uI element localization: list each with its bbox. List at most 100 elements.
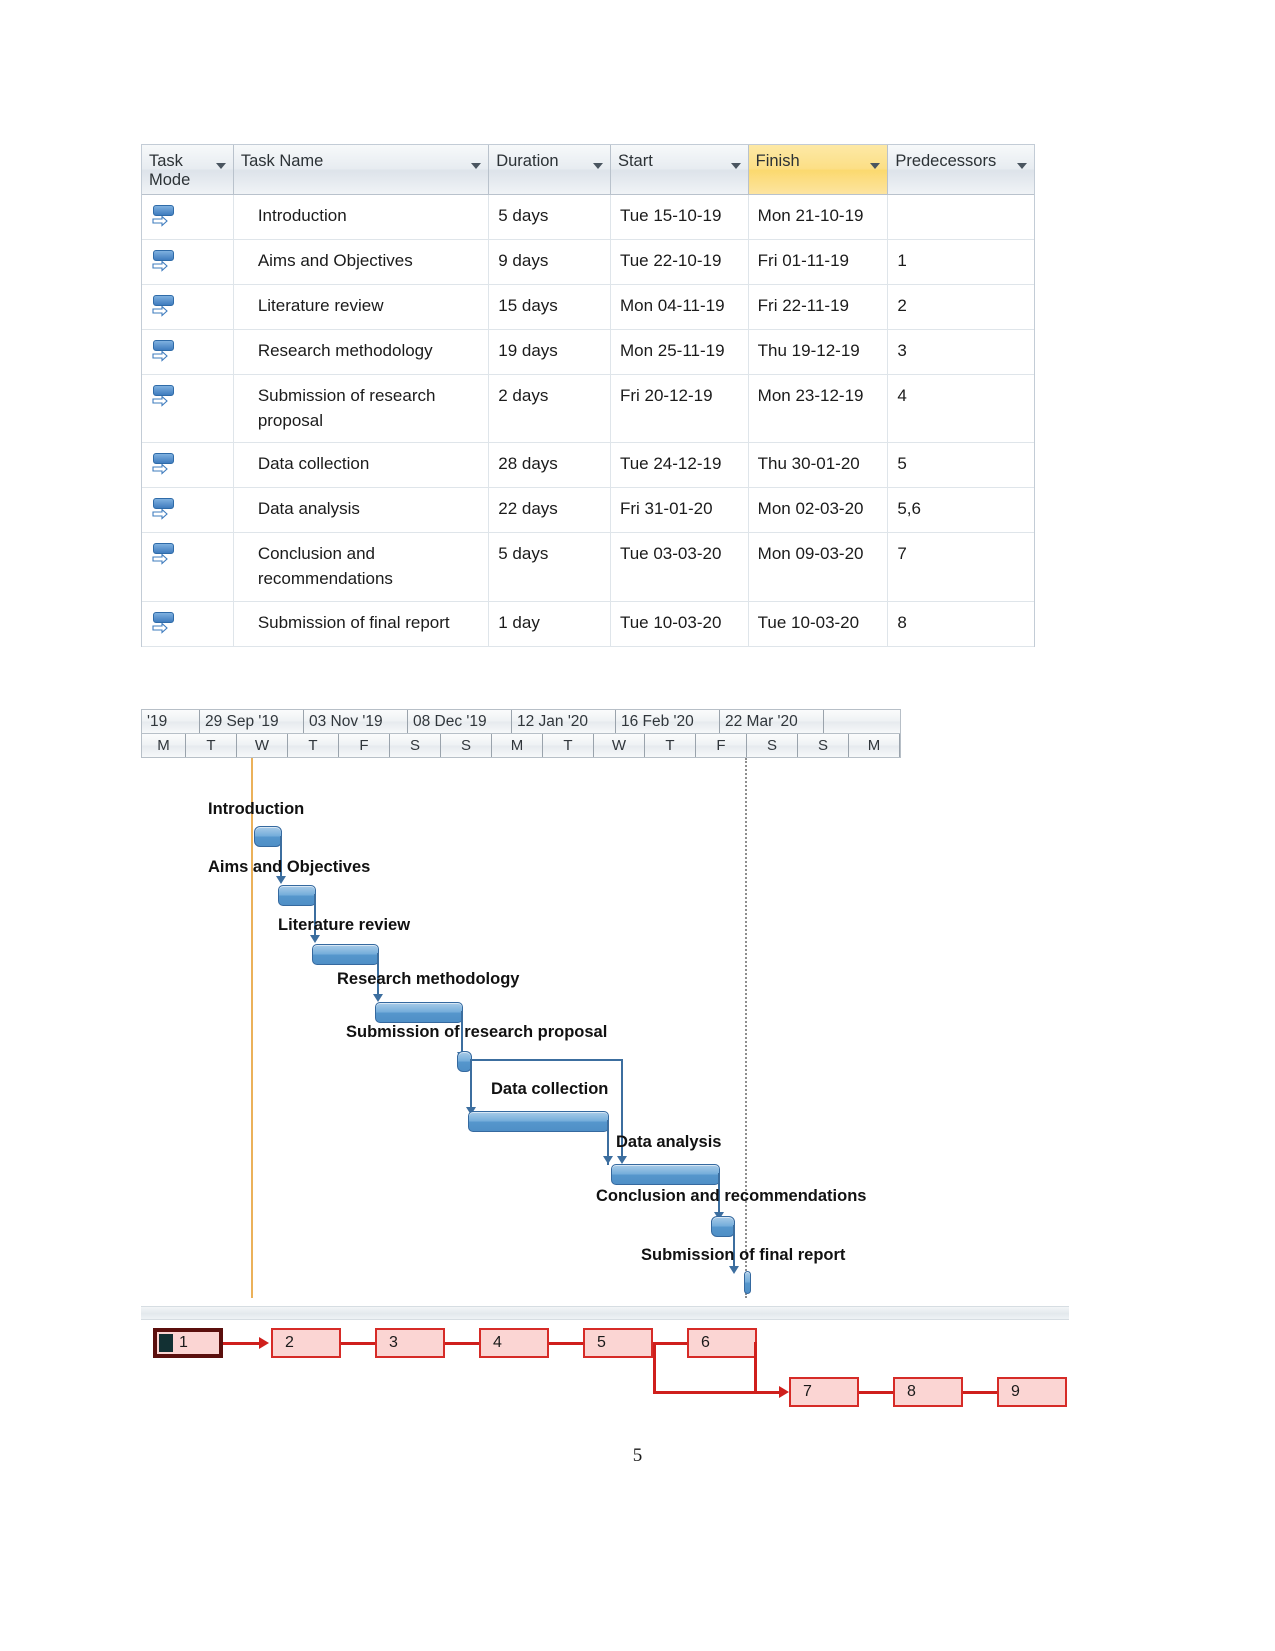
chevron-down-icon[interactable] — [592, 163, 603, 169]
table-row[interactable]: Literature review 15 days Mon 04-11-19 Fri … — [142, 285, 1034, 330]
cell-task-name[interactable]: Submission of final report — [234, 601, 490, 646]
cell-start[interactable]: Fri 31-01-20 — [611, 488, 749, 533]
gantt-bar-7[interactable] — [611, 1164, 720, 1185]
cell-start[interactable]: Fri 20-12-19 — [611, 375, 749, 443]
cell-task-mode[interactable] — [142, 375, 234, 443]
network-node-2[interactable]: 2 — [271, 1328, 341, 1358]
cell-start[interactable]: Mon 25-11-19 — [611, 330, 749, 374]
cell-finish[interactable]: Fri 01-11-19 — [749, 240, 889, 284]
cell-start[interactable]: Tue 03-03-20 — [611, 533, 749, 601]
gantt-bar-3[interactable] — [312, 944, 379, 965]
cell-finish[interactable]: Thu 30-01-20 — [749, 443, 889, 488]
timescale-day-cell: S — [747, 734, 798, 757]
cell-duration[interactable]: 5 days — [489, 195, 611, 239]
cell-task-name[interactable]: Research methodology — [234, 330, 490, 374]
chevron-down-icon[interactable] — [471, 163, 482, 169]
table-row[interactable]: Aims and Objectives 9 days Tue 22-10-19 Fri… — [142, 240, 1034, 285]
cell-task-name[interactable]: Data analysis — [234, 488, 490, 533]
chevron-down-icon[interactable] — [1017, 163, 1027, 169]
chevron-down-icon[interactable] — [870, 163, 881, 169]
cell-task-mode[interactable] — [142, 330, 234, 374]
column-header-predecessors[interactable]: Predecessors — [888, 145, 1034, 194]
cell-task-name[interactable]: Aims and Objectives — [234, 240, 490, 284]
cell-duration[interactable]: 22 days — [489, 488, 611, 533]
cell-predecessors[interactable]: 4 — [888, 375, 1034, 442]
network-node-5[interactable]: 5 — [583, 1328, 653, 1358]
gantt-bar-1[interactable] — [254, 826, 282, 847]
cell-task-mode[interactable] — [142, 488, 234, 533]
cell-task-mode[interactable] — [142, 240, 234, 284]
cell-predecessors[interactable]: 7 — [888, 533, 1034, 600]
cell-duration[interactable]: 19 days — [489, 330, 611, 374]
cell-task-mode[interactable] — [142, 601, 234, 646]
cell-task-name[interactable]: Submission of research proposal — [234, 375, 490, 443]
column-header-task-mode[interactable]: Task Mode — [142, 145, 234, 194]
cell-start[interactable]: Tue 10-03-20 — [611, 601, 749, 646]
cell-task-mode[interactable] — [142, 533, 234, 601]
column-header-duration[interactable]: Duration — [489, 145, 611, 194]
table-row[interactable]: Submission of final report 1 day Tue 10-03… — [142, 601, 1034, 647]
table-row[interactable]: Data collection 28 days Tue 24-12-19 Thu 30… — [142, 443, 1034, 489]
cell-finish[interactable]: Mon 02-03-20 — [749, 488, 889, 533]
cell-task-name[interactable]: Conclusion and recommendations — [234, 533, 490, 601]
column-header-task-name[interactable]: Task Name — [233, 145, 490, 194]
network-node-8[interactable]: 8 — [893, 1377, 963, 1407]
cell-finish[interactable]: Mon 09-03-20 — [749, 533, 889, 601]
network-node-6[interactable]: 6 — [687, 1328, 757, 1358]
cell-duration[interactable]: 5 days — [489, 533, 611, 601]
table-row[interactable]: Conclusion and recommendations 5 days Tue … — [142, 533, 1034, 602]
cell-finish[interactable]: Fri 22-11-19 — [749, 285, 889, 329]
cell-task-name[interactable]: Data collection — [234, 443, 490, 488]
cell-finish[interactable]: Mon 23-12-19 — [749, 375, 889, 443]
cell-start[interactable]: Tue 24-12-19 — [611, 443, 749, 488]
gantt-bar-9[interactable] — [744, 1271, 751, 1294]
column-header-predecessors-label: Predecessors — [895, 152, 997, 170]
cell-finish[interactable]: Thu 19-12-19 — [749, 330, 889, 374]
table-row[interactable]: Research methodology 19 days Mon 25-11-19 T… — [142, 330, 1034, 375]
gantt-bar-6[interactable] — [468, 1111, 609, 1132]
cell-duration[interactable]: 2 days — [489, 375, 611, 443]
cell-duration[interactable]: 28 days — [489, 443, 611, 488]
chevron-down-icon[interactable] — [215, 163, 226, 169]
cell-predecessors[interactable]: 2 — [888, 285, 1034, 329]
column-header-finish[interactable]: Finish — [748, 145, 889, 194]
cell-task-mode[interactable] — [142, 285, 234, 329]
cell-predecessors[interactable]: 1 — [888, 240, 1034, 284]
cell-predecessors[interactable]: 5 — [888, 443, 1034, 487]
cell-task-name[interactable]: Literature review — [234, 285, 490, 329]
cell-start[interactable]: Mon 04-11-19 — [611, 285, 749, 329]
cell-start[interactable]: Tue 15-10-19 — [611, 195, 749, 239]
gantt-bar-label-5: Submission of research proposal — [346, 1023, 608, 1041]
network-node-3[interactable]: 3 — [375, 1328, 445, 1358]
network-node-9[interactable]: 9 — [997, 1377, 1067, 1407]
network-node-7[interactable]: 7 — [789, 1377, 859, 1407]
column-header-start[interactable]: Start — [610, 145, 749, 194]
network-node-label: 3 — [389, 1334, 398, 1351]
cell-predecessors[interactable]: 3 — [888, 330, 1034, 374]
cell-duration[interactable]: 9 days — [489, 240, 611, 284]
cell-finish[interactable]: Tue 10-03-20 — [749, 601, 889, 646]
network-node-1[interactable]: 1 — [153, 1328, 223, 1358]
cell-finish[interactable]: Mon 21-10-19 — [749, 195, 889, 239]
cell-task-mode[interactable] — [142, 195, 234, 239]
gantt-bar-8[interactable] — [711, 1216, 735, 1237]
table-row[interactable]: Introduction 5 days Tue 15-10-19 Mon 21-10-… — [142, 195, 1034, 240]
link-line — [470, 1059, 623, 1061]
gantt-bar-2[interactable] — [278, 885, 316, 906]
cell-predecessors[interactable]: 8 — [888, 602, 1034, 646]
gantt-bar-4[interactable] — [375, 1002, 463, 1023]
cell-duration[interactable]: 15 days — [489, 285, 611, 329]
network-node-4[interactable]: 4 — [479, 1328, 549, 1358]
cell-start[interactable]: Tue 22-10-19 — [611, 240, 749, 284]
cell-task-mode[interactable] — [142, 443, 234, 488]
cell-predecessors[interactable] — [888, 195, 1034, 239]
table-row[interactable]: Submission of research proposal 2 days Fri… — [142, 375, 1034, 444]
column-header-duration-label: Duration — [496, 152, 559, 170]
table-row[interactable]: Data analysis 22 days Fri 31-01-20 Mon 02-0… — [142, 488, 1034, 534]
timescale-day-cell: F — [339, 734, 390, 757]
cell-predecessors[interactable]: 5,6 — [888, 488, 1034, 532]
cell-task-name[interactable]: Introduction — [234, 195, 490, 239]
column-header-start-label: Start — [617, 152, 653, 170]
cell-duration[interactable]: 1 day — [489, 601, 611, 646]
chevron-down-icon[interactable] — [730, 163, 741, 169]
